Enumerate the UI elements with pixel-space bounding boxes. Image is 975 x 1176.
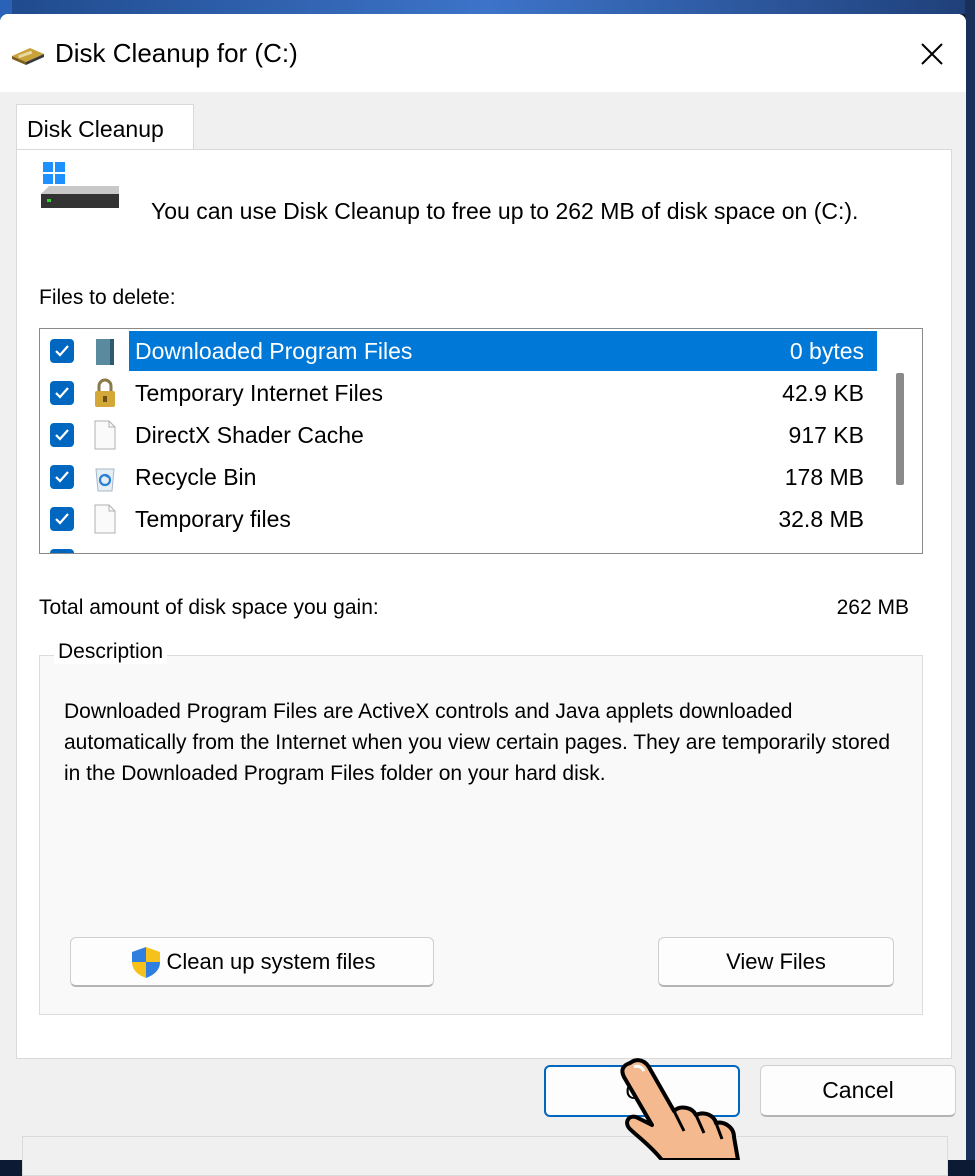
file-size: 42.9 KB	[782, 380, 864, 406]
folder-icon	[96, 339, 114, 365]
recycle-bin-icon	[95, 468, 115, 492]
dialog-body: Disk Cleanup You can use Disk Cleanup to…	[8, 92, 960, 1176]
drive-icon	[41, 162, 119, 208]
checkbox[interactable]	[50, 381, 74, 405]
intro-text: You can use Disk Cleanup to free up to 2…	[151, 198, 859, 224]
lock-icon	[95, 378, 115, 407]
checkbox[interactable]	[50, 339, 74, 363]
description-group: Description Downloaded Program Files are…	[39, 640, 923, 1015]
desktop-background-right	[965, 0, 975, 1160]
list-item[interactable]: Temporary Internet Files 42.9 KB	[40, 373, 900, 413]
files-to-delete-label: Files to delete:	[39, 286, 176, 309]
total-label: Total amount of disk space you gain:	[39, 596, 379, 619]
checkbox[interactable]	[50, 549, 74, 553]
checkbox[interactable]	[50, 465, 74, 489]
status-bar	[22, 1136, 948, 1176]
list-item[interactable]: Temporary files 32.8 MB	[40, 499, 900, 539]
checkbox[interactable]	[50, 507, 74, 531]
description-legend: Description	[54, 640, 168, 664]
checkmark-icon	[55, 429, 69, 441]
shield-icon	[132, 946, 161, 978]
clean-up-system-files-button[interactable]: Clean up system files	[70, 937, 434, 987]
list-item[interactable]: Downloaded Program Files 0 bytes	[40, 331, 900, 371]
file-name: Recycle Bin	[135, 464, 257, 490]
file-name: Temporary Internet Files	[135, 380, 383, 406]
list-item[interactable]: DirectX Shader Cache 917 KB	[40, 415, 900, 455]
list-item-partial[interactable]	[40, 541, 900, 553]
scrollbar-thumb[interactable]	[896, 373, 904, 485]
desktop-background-top	[0, 0, 975, 14]
file-size: 917 KB	[788, 422, 864, 448]
tab-panel: You can use Disk Cleanup to free up to 2…	[16, 149, 952, 1059]
file-size: 0 bytes	[789, 338, 864, 364]
total-value: 262 MB	[836, 596, 909, 619]
view-files-label: View Files	[726, 948, 826, 974]
file-name: DirectX Shader Cache	[135, 422, 364, 448]
file-icon	[94, 504, 116, 534]
checkbox[interactable]	[50, 423, 74, 447]
checkmark-icon	[55, 345, 69, 357]
window-title: Disk Cleanup for (C:)	[55, 38, 298, 68]
pointing-hand-cursor-icon	[620, 1058, 740, 1160]
close-button[interactable]	[906, 28, 958, 80]
tab-disk-cleanup[interactable]: Disk Cleanup	[16, 104, 194, 150]
clean-up-system-files-label: Clean up system files	[166, 948, 376, 974]
cancel-label: Cancel	[822, 1077, 894, 1103]
file-name: Downloaded Program Files	[135, 338, 413, 364]
file-name: Temporary files	[135, 506, 291, 532]
disk-cleanup-icon	[12, 48, 44, 65]
disk-cleanup-dialog: Disk Cleanup for (C:) Disk Cleanup You c…	[0, 14, 966, 1176]
cancel-button[interactable]: Cancel	[760, 1065, 956, 1117]
files-listbox[interactable]: Downloaded Program Files 0 bytes Tempora…	[39, 328, 923, 554]
checkmark-icon	[55, 387, 69, 399]
file-size: 32.8 MB	[778, 506, 864, 532]
file-icon	[94, 420, 116, 450]
close-icon	[921, 43, 943, 65]
checkmark-icon	[55, 513, 69, 525]
list-item[interactable]: Recycle Bin 178 MB	[40, 457, 900, 497]
title-bar[interactable]: Disk Cleanup for (C:)	[0, 14, 966, 92]
view-files-button[interactable]: View Files	[658, 937, 894, 987]
description-text: Downloaded Program Files are ActiveX con…	[64, 700, 891, 785]
file-size: 178 MB	[784, 464, 864, 490]
checkmark-icon	[55, 471, 69, 483]
